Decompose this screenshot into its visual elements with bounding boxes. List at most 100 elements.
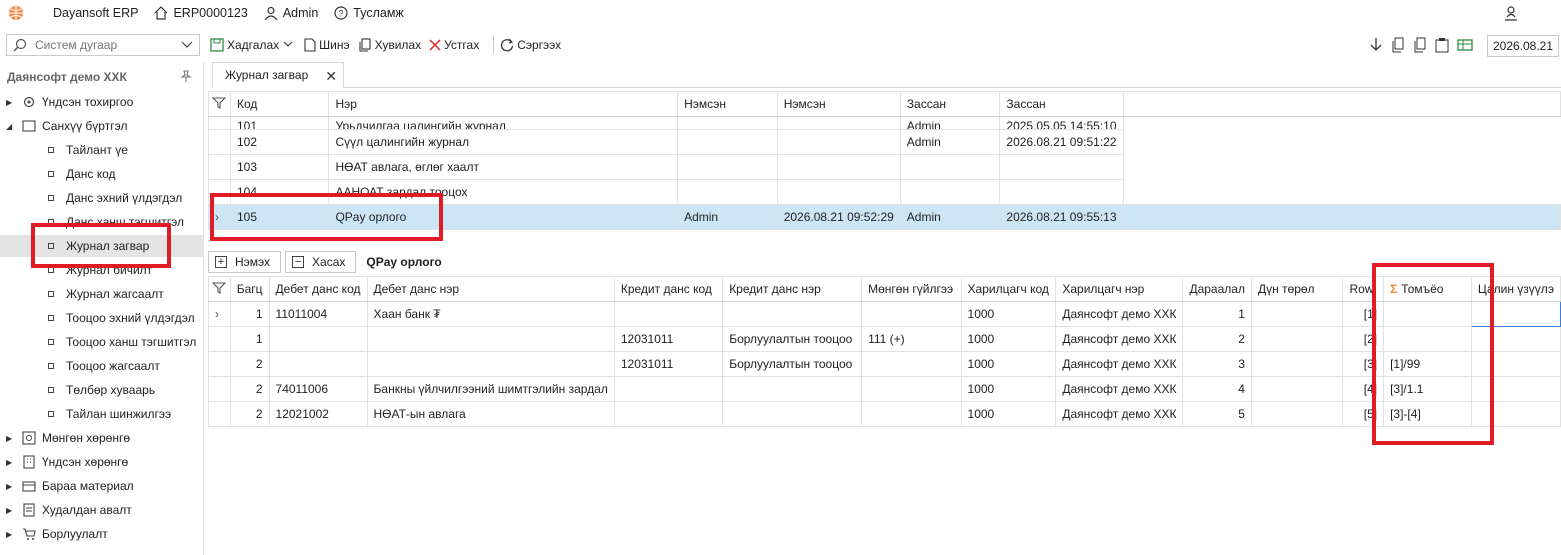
cell[interactable]	[722, 376, 863, 402]
cell[interactable]	[1250, 351, 1344, 377]
cell[interactable]	[776, 116, 901, 130]
cell[interactable]	[722, 301, 863, 327]
help-menu[interactable]: ? Тусламж	[334, 6, 404, 20]
cell[interactable]: НӨАТ-ын авлага	[366, 401, 615, 427]
cell[interactable]: НӨАТ авлага, өглөг хаалт	[328, 154, 679, 180]
cell[interactable]: 103	[229, 154, 330, 180]
sidebar-item-inventory[interactable]: ▶ Бараа материал	[6, 475, 134, 497]
sidebar-item-settings[interactable]: ▶ Үндсэн тохиргоо	[6, 91, 133, 113]
table-row[interactable]: 1 12031011 Борлуулалтын тооцоо 111 (+) 1…	[208, 326, 1561, 352]
table-row[interactable]: 102 Сүүл цалингийн журнал Admin 2026.08.…	[208, 129, 1561, 155]
user-menu[interactable]: Admin	[264, 6, 318, 20]
column-header[interactable]: Зассан	[899, 91, 1001, 117]
filter-icon[interactable]	[208, 276, 231, 302]
sidebar-item-account-code[interactable]: Данс код	[46, 163, 116, 185]
cell[interactable]	[861, 401, 962, 427]
sidebar-item-fixed-assets[interactable]: ▶ Үндсэн хөрөнгө	[6, 451, 128, 473]
cell[interactable]	[999, 154, 1124, 180]
cell[interactable]: 1000	[960, 326, 1057, 352]
cell[interactable]: Даянсофт демо ХХК	[1055, 301, 1184, 327]
cell[interactable]: Admin	[899, 204, 1001, 230]
sidebar-item-payment-schedule[interactable]: Төлбөр хуваарь	[46, 379, 155, 401]
cell[interactable]: 4	[1182, 376, 1252, 402]
cell[interactable]: Даянсофт демо ХХК	[1055, 351, 1184, 377]
cell[interactable]	[861, 301, 962, 327]
cell[interactable]: 12031011	[613, 326, 724, 352]
cell[interactable]	[268, 326, 368, 352]
table-row[interactable]: 2 12021002 НӨАТ-ын авлага 1000 Даянсофт …	[208, 401, 1561, 427]
cell[interactable]: 74011006	[268, 376, 368, 402]
cell[interactable]	[613, 401, 724, 427]
column-header[interactable]: Харилцагч код	[960, 276, 1057, 302]
cell[interactable]: 1000	[960, 351, 1057, 377]
sidebar-item-settlement-opening[interactable]: Тооцоо эхний үлдэгдэл	[46, 307, 195, 329]
column-header[interactable]: Нэмсэн	[677, 91, 778, 117]
cell[interactable]	[776, 129, 901, 155]
refresh-button[interactable]: Сэргээх	[500, 38, 561, 52]
cell[interactable]	[677, 179, 778, 205]
cell[interactable]: 12031011	[613, 351, 724, 377]
cell[interactable]	[1250, 326, 1344, 352]
copy-button[interactable]: Хувилах	[358, 38, 421, 52]
cell[interactable]	[677, 116, 778, 130]
cell[interactable]	[999, 179, 1124, 205]
cell[interactable]: 1000	[960, 301, 1057, 327]
cell[interactable]: 2	[1182, 326, 1252, 352]
sidebar-item-settlement-list[interactable]: Тооцоо жагсаалт	[46, 355, 160, 377]
cell[interactable]: 12021002	[268, 401, 368, 427]
company-code[interactable]: ERP0000123	[154, 6, 248, 20]
cell[interactable]	[722, 401, 863, 427]
clipboard-icon[interactable]	[1435, 37, 1449, 53]
cell[interactable]	[366, 351, 615, 377]
column-header[interactable]: Дебет данс код	[268, 276, 368, 302]
cell[interactable]: 2026.08.21 09:52:29	[776, 204, 901, 230]
cell[interactable]: Admin	[899, 129, 1001, 155]
close-icon[interactable]: ✕	[325, 68, 337, 85]
tab-journal-template[interactable]: Журнал загвар ✕	[212, 62, 344, 88]
cell[interactable]: Даянсофт демо ХХК	[1055, 376, 1184, 402]
cell[interactable]: Admin	[677, 204, 778, 230]
sidebar-item-journal-list[interactable]: Журнал жагсаалт	[46, 283, 164, 305]
table-row[interactable]: 2 74011006 Банкны үйлчилгээний шимтгэлий…	[208, 376, 1561, 402]
cell[interactable]: 111 (+)	[861, 326, 962, 352]
filter-icon[interactable]	[208, 91, 231, 117]
cell[interactable]	[861, 351, 962, 377]
table-row[interactable]: › 1 11011004 Хаан банк ₮ 1000 Даянсофт д…	[208, 301, 1561, 327]
sidebar-item-finance[interactable]: ◢ Санхүү бүртгэл	[6, 115, 127, 137]
cell[interactable]	[899, 179, 1001, 205]
paste-icon[interactable]	[1391, 37, 1405, 53]
table-row[interactable]: 103 НӨАТ авлага, өглөг хаалт	[208, 154, 1561, 180]
column-header[interactable]: Дебет данс нэр	[366, 276, 615, 302]
cell[interactable]: 1	[229, 326, 270, 352]
cell[interactable]	[1250, 376, 1344, 402]
add-row-button[interactable]: + Нэмэх	[208, 251, 282, 273]
pin-icon[interactable]	[180, 70, 192, 82]
download-icon[interactable]	[1369, 37, 1383, 53]
cell[interactable]: Банкны үйлчилгээний шимтгэлийн зардал	[366, 376, 615, 402]
cell[interactable]: 3	[1182, 351, 1252, 377]
cell[interactable]	[899, 154, 1001, 180]
cell[interactable]: 1	[229, 301, 270, 327]
cell[interactable]: Сүүл цалингийн журнал	[328, 129, 679, 155]
cell[interactable]: 2025.05.05 14:55:10	[999, 116, 1124, 130]
column-header[interactable]: Дараалал	[1182, 276, 1252, 302]
cell[interactable]: Борлуулалтын тооцоо	[722, 326, 863, 352]
cell[interactable]: 5	[1182, 401, 1252, 427]
date-field[interactable]: 2026.08.21	[1487, 35, 1559, 57]
sidebar-item-purchase[interactable]: ▶ Худалдан авалт	[6, 499, 132, 521]
cell[interactable]: 11011004	[268, 301, 368, 327]
cell[interactable]: 2	[229, 376, 270, 402]
excel-icon[interactable]	[1457, 38, 1473, 52]
account-icon[interactable]	[1503, 5, 1519, 24]
column-header[interactable]: Кредит данс код	[613, 276, 724, 302]
save-button[interactable]: Хадгалах	[210, 38, 296, 52]
cell[interactable]	[366, 326, 615, 352]
cell[interactable]	[268, 351, 368, 377]
column-header[interactable]: Дүн төрөл	[1250, 276, 1344, 302]
search-input[interactable]	[35, 38, 175, 52]
cell[interactable]: Даянсофт демо ХХК	[1055, 401, 1184, 427]
cell[interactable]: 2026.08.21 09:51:22	[999, 129, 1124, 155]
cell[interactable]: Даянсофт демо ХХК	[1055, 326, 1184, 352]
table-row[interactable]: 101 Урьдчилгаа цалингийн журнал Admin 20…	[208, 116, 1561, 130]
cell[interactable]: Борлуулалтын тооцоо	[722, 351, 863, 377]
